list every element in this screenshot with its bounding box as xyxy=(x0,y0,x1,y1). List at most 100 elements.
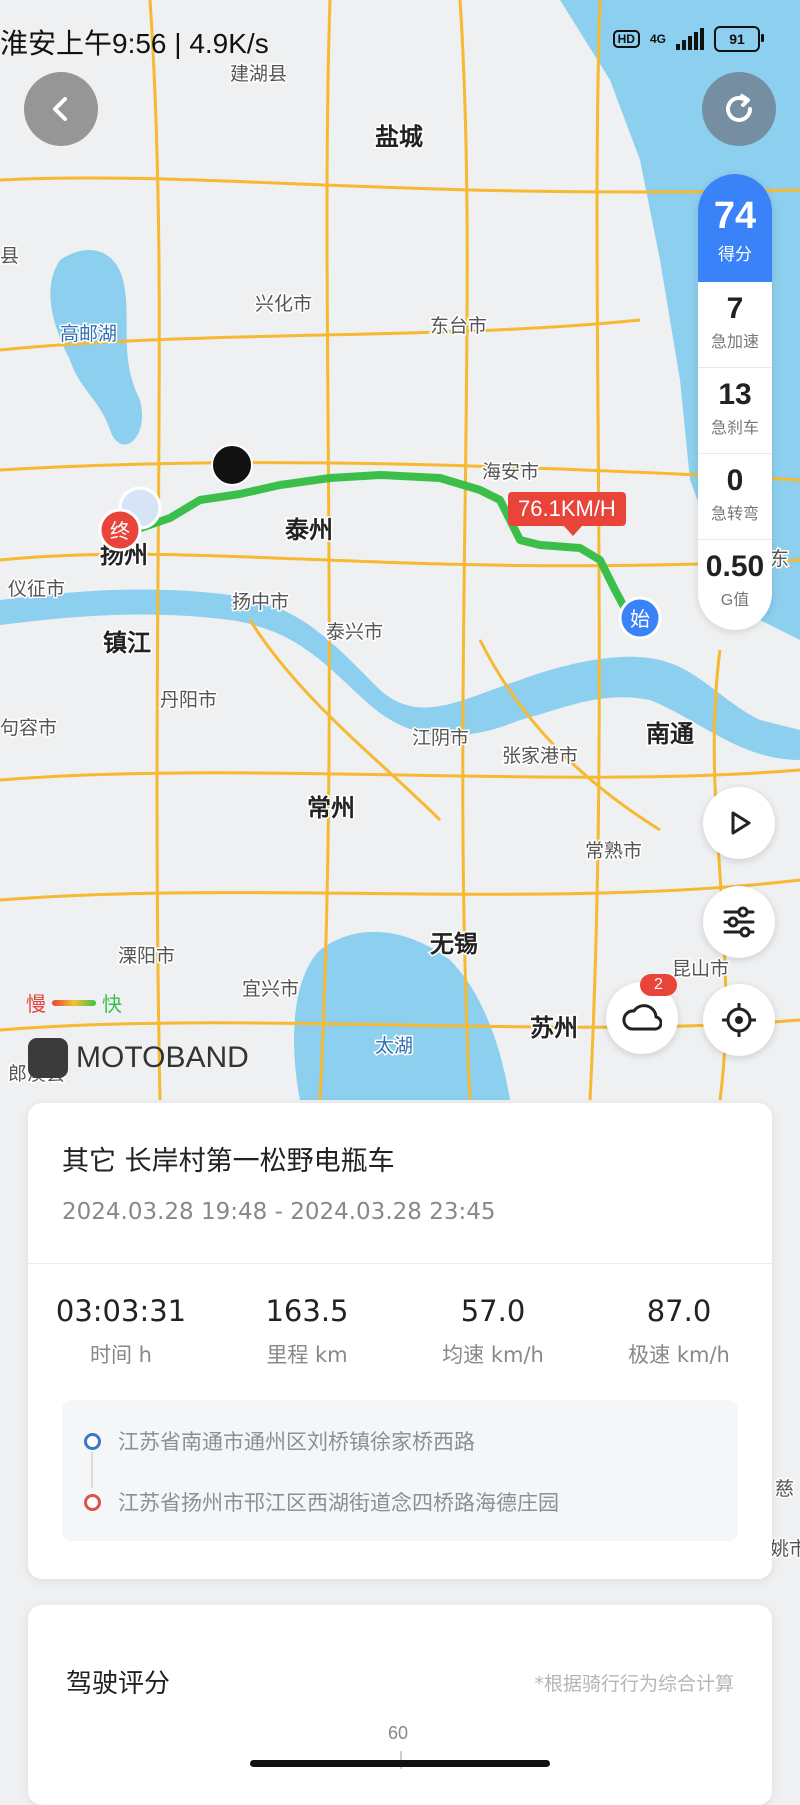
home-indicator[interactable] xyxy=(250,1760,550,1767)
legend-fast: 快 xyxy=(102,992,122,1016)
crosshair-icon xyxy=(722,1003,756,1037)
place-label: 苏州 xyxy=(530,1014,578,1042)
stat-value: 03:03:31 xyxy=(55,1294,187,1328)
place-label: 南通 xyxy=(646,720,694,748)
status-icons: HD 4G 91 xyxy=(612,26,764,52)
place-label: 慈 xyxy=(775,1478,794,1500)
score-summary: 74 得分 xyxy=(698,174,772,282)
play-icon xyxy=(731,811,751,835)
gauge-tick-label: 60 xyxy=(388,1723,409,1743)
stat-value: 87.0 xyxy=(646,1294,712,1328)
place-label: 镇江 xyxy=(103,629,151,657)
chevron-left-icon xyxy=(53,97,67,121)
stat-value: 57.0 xyxy=(460,1294,526,1328)
end-dot-icon xyxy=(84,1494,101,1511)
place-label: 泰州 xyxy=(285,516,333,544)
driving-score-card: 驾驶评分 *根据骑行行为综合计算 60 xyxy=(28,1605,772,1805)
stat-distance: 163.5 里程 km xyxy=(214,1293,400,1369)
stat-value: 163.5 xyxy=(265,1294,349,1328)
place-label: 昆山市 xyxy=(672,958,729,980)
divider xyxy=(28,1263,772,1264)
speed-legend: 慢 快 xyxy=(26,988,122,1017)
status-bar: 淮安上午9:56 | 4.9K/s HD 4G 91 xyxy=(0,22,800,62)
place-label: 兴化市 xyxy=(255,293,312,315)
trip-summary-card: 其它 长岸村第一松野电瓶车 2024.03.28 19:48 - 2024.03… xyxy=(28,1103,772,1579)
brand-name: MOTOBAND xyxy=(76,1041,249,1074)
back-button[interactable] xyxy=(24,72,98,146)
place-label: 宜兴市 xyxy=(242,978,299,1000)
stat-label: 里程 km xyxy=(266,1343,348,1367)
refresh-button[interactable] xyxy=(702,72,776,146)
metric-hard-acceleration: 7 急加速 xyxy=(698,282,772,368)
stat-duration: 03:03:31 时间 h xyxy=(28,1293,214,1369)
place-label: 东 xyxy=(770,548,789,570)
start-dot-icon xyxy=(84,1433,101,1450)
place-label: 姚市 xyxy=(770,1538,800,1560)
play-button[interactable] xyxy=(703,787,775,859)
place-label: 句容市 xyxy=(0,717,57,739)
refresh-icon xyxy=(726,94,752,122)
metric-value: 7 xyxy=(726,292,744,325)
cloud-icon xyxy=(622,1004,662,1031)
sliders-icon xyxy=(723,906,755,938)
network-label: 4G xyxy=(649,32,666,46)
address-box: 江苏省南通市通州区刘桥镇徐家桥西路 江苏省扬州市邗江区西湖街道念四桥路海德庄园 xyxy=(62,1400,738,1541)
legend-gradient xyxy=(52,999,96,1006)
metric-sharp-turn: 0 急转弯 xyxy=(698,454,772,540)
metric-hard-braking: 13 急刹车 xyxy=(698,368,772,454)
place-label: 扬中市 xyxy=(232,591,289,613)
place-label: 张家港市 xyxy=(502,745,578,767)
notification-badge: 2 xyxy=(640,974,677,996)
trip-time-range: 2024.03.28 19:48 - 2024.03.28 23:45 xyxy=(62,1199,496,1225)
status-time: 淮安上午9:56 | 4.9K/s xyxy=(0,28,269,59)
max-speed-tag: 76.1KM/H xyxy=(508,492,626,536)
metric-label: 急刹车 xyxy=(710,420,759,437)
metric-label: 急加速 xyxy=(710,334,759,351)
metric-label: G值 xyxy=(720,592,750,609)
trip-stats: 03:03:31 时间 h 163.5 里程 km 57.0 均速 km/h 87.0… xyxy=(28,1293,772,1369)
legend-slow: 慢 xyxy=(26,992,46,1016)
end-address: 江苏省扬州市邗江区西湖街道念四桥路海德庄园 xyxy=(118,1491,559,1515)
place-label: 丹阳市 xyxy=(160,689,217,711)
stat-avg-speed: 57.0 均速 km/h xyxy=(400,1293,586,1369)
place-label: 建湖县 xyxy=(230,63,287,85)
score-label: 得分 xyxy=(718,245,752,264)
trip-title: 其它 长岸村第一松野电瓶车 xyxy=(62,1146,395,1177)
locate-button[interactable] xyxy=(703,984,775,1056)
end-marker-label: 终 xyxy=(110,519,130,543)
settings-button[interactable] xyxy=(703,886,775,958)
motoband-logo-icon xyxy=(28,1038,68,1078)
address-connector xyxy=(91,1452,93,1488)
metric-label: 急转弯 xyxy=(710,506,759,523)
hd-icon: HD xyxy=(612,30,640,48)
place-label: 泰兴市 xyxy=(326,621,383,643)
driving-score-note: *根据骑行行为综合计算 xyxy=(534,1673,734,1695)
metric-value: 13 xyxy=(718,378,752,411)
start-marker-label: 始 xyxy=(630,607,650,631)
current-position-marker[interactable] xyxy=(211,444,253,486)
place-label: 海安市 xyxy=(482,461,539,483)
place-label: 常州 xyxy=(307,794,355,822)
stat-label: 时间 h xyxy=(90,1343,152,1367)
start-address: 江苏省南通市通州区刘桥镇徐家桥西路 xyxy=(118,1430,475,1454)
place-label: 县 xyxy=(0,245,19,267)
score-panel: 74 得分 7 急加速 13 急刹车 0 急转弯 0.50 G值 xyxy=(698,174,772,630)
place-label: 仪征市 xyxy=(8,578,65,600)
place-label: 太湖 xyxy=(375,1035,413,1057)
place-label: 无锡 xyxy=(430,930,478,958)
driving-score-title: 驾驶评分 xyxy=(66,1669,171,1699)
place-label: 常熟市 xyxy=(585,840,642,862)
stat-label: 均速 km/h xyxy=(442,1343,544,1367)
metric-g-value: 0.50 G值 xyxy=(698,540,772,626)
stat-label: 极速 km/h xyxy=(628,1343,730,1367)
metric-value: 0.50 xyxy=(705,550,765,583)
signal-icon xyxy=(676,28,704,50)
brand-logo: MOTOBAND xyxy=(28,1038,249,1078)
score-value: 74 xyxy=(713,195,757,237)
metric-value: 0 xyxy=(726,464,744,497)
battery-icon: 91 xyxy=(714,26,764,52)
place-label: 盐城 xyxy=(375,123,423,151)
stat-max-speed: 87.0 极速 km/h xyxy=(586,1293,772,1369)
place-label: 江阴市 xyxy=(412,727,469,749)
place-label: 溧阳市 xyxy=(118,945,175,967)
